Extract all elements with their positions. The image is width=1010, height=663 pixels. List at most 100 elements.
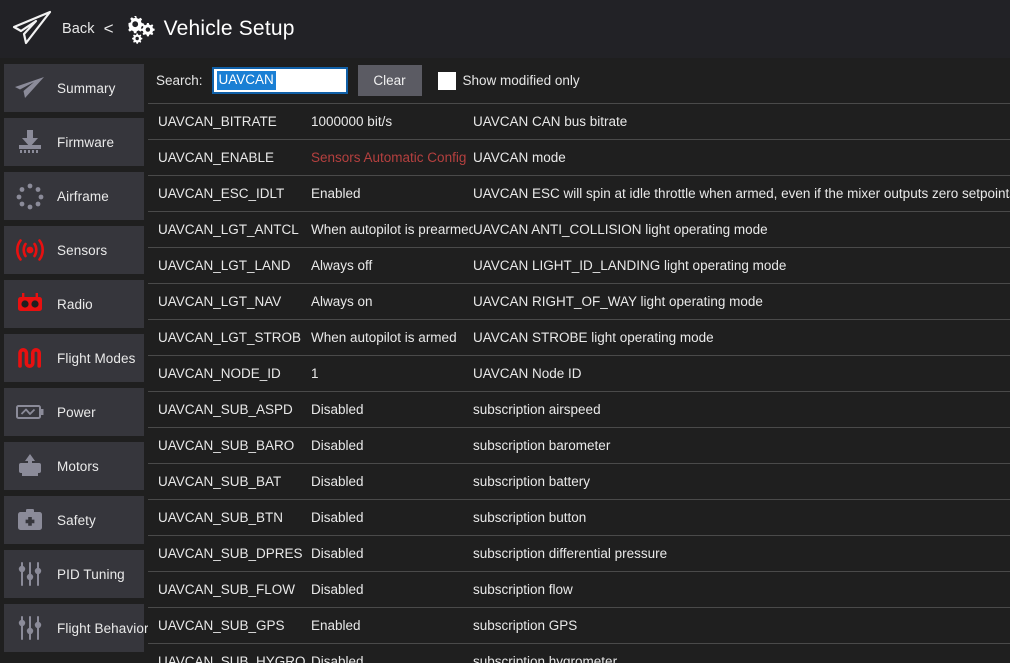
sidebar-item-label: Safety [57,513,96,528]
sidebar-item-label: Airframe [57,189,109,204]
sidebar-item-label: Power [57,405,96,420]
parameter-value: Disabled [311,474,473,489]
sidebar-item-label: Radio [57,297,93,312]
parameter-value-modified: Sensors Automatic Config [311,150,473,165]
parameter-description: subscription GPS [473,618,1010,633]
battery-icon [10,395,50,429]
table-row[interactable]: UAVCAN_SUB_BATDisabledsubscription batte… [148,464,1010,500]
sidebar-item-motors[interactable]: Motors [4,442,144,490]
parameter-value: Disabled [311,510,473,525]
firmware-chip-icon [10,125,50,159]
table-row[interactable]: UAVCAN_SUB_DPRESDisabledsubscription dif… [148,536,1010,572]
back-label[interactable]: Back [62,21,95,37]
table-row[interactable]: UAVCAN_ESC_IDLTEnabledUAVCAN ESC will sp… [148,176,1010,212]
app-header: Back < Vehicle Setup [0,0,1010,58]
gears-icon [123,14,157,44]
sidebar-item-radio[interactable]: Radio [4,280,144,328]
table-row[interactable]: UAVCAN_ENABLESensors Automatic ConfigUAV… [148,140,1010,176]
radio-controller-icon [10,287,50,321]
sidebar-item-label: Firmware [57,135,114,150]
parameter-value: 1000000 bit/s [311,114,473,129]
parameter-value: Enabled [311,186,473,201]
sidebar-item-label: PID Tuning [57,567,125,582]
search-toolbar: Search: UAVCAN Clear Show modified only [148,58,1010,103]
parameter-description: UAVCAN LIGHT_ID_LANDING light operating … [473,258,1010,273]
sidebar-item-label: Motors [57,459,99,474]
parameter-name: UAVCAN_SUB_FLOW [148,582,311,597]
parameter-name: UAVCAN_LGT_STROB [148,330,311,345]
motors-icon [10,449,50,483]
table-row[interactable]: UAVCAN_LGT_ANTCLWhen autopilot is prearm… [148,212,1010,248]
page-title: Vehicle Setup [164,17,295,41]
parameter-description: subscription barometer [473,438,1010,453]
parameter-description: subscription differential pressure [473,546,1010,561]
parameter-table[interactable]: UAVCAN_BITRATE1000000 bit/sUAVCAN CAN bu… [148,103,1010,663]
show-modified-only-checkbox[interactable] [438,72,456,90]
search-input[interactable]: UAVCAN [212,67,348,94]
table-row[interactable]: UAVCAN_NODE_ID1UAVCAN Node ID [148,356,1010,392]
table-row[interactable]: UAVCAN_BITRATE1000000 bit/sUAVCAN CAN bu… [148,104,1010,140]
parameter-description: UAVCAN ESC will spin at idle throttle wh… [473,186,1010,201]
parameter-value: Disabled [311,402,473,417]
airframe-dots-icon [10,179,50,213]
clear-button[interactable]: Clear [358,65,422,96]
parameter-value: Enabled [311,618,473,633]
main-panel: Search: UAVCAN Clear Show modified only … [148,58,1010,663]
parameter-value: When autopilot is armed [311,330,473,345]
table-row[interactable]: UAVCAN_SUB_BARODisabledsubscription baro… [148,428,1010,464]
parameter-name: UAVCAN_ESC_IDLT [148,186,311,201]
parameter-description: subscription button [473,510,1010,525]
body-area: Summary Firmware [0,58,1010,663]
sidebar: Summary Firmware [0,58,148,663]
parameter-value: When autopilot is prearmed [311,222,473,237]
sidebar-item-label: Summary [57,81,115,96]
table-row[interactable]: UAVCAN_SUB_GPSEnabledsubscription GPS [148,608,1010,644]
sliders-icon [10,557,50,591]
sidebar-item-sensors[interactable]: Sensors [4,226,144,274]
parameter-name: UAVCAN_ENABLE [148,150,311,165]
parameter-name: UAVCAN_SUB_ASPD [148,402,311,417]
parameter-name: UAVCAN_SUB_BTN [148,510,311,525]
sidebar-item-firmware[interactable]: Firmware [4,118,144,166]
parameter-name: UAVCAN_SUB_DPRES [148,546,311,561]
sidebar-item-flight-behavior[interactable]: Flight Behavior [4,604,144,652]
parameter-description: UAVCAN RIGHT_OF_WAY light operating mode [473,294,1010,309]
sensors-waves-icon [10,233,50,267]
parameter-description: UAVCAN STROBE light operating mode [473,330,1010,345]
parameter-value: Always on [311,294,473,309]
paper-plane-logo-icon[interactable] [10,9,54,49]
table-row[interactable]: UAVCAN_LGT_STROBWhen autopilot is armedU… [148,320,1010,356]
parameter-description: subscription flow [473,582,1010,597]
table-row[interactable]: UAVCAN_SUB_ASPDDisabledsubscription airs… [148,392,1010,428]
parameter-description: subscription hygrometer [473,654,1010,663]
search-label: Search: [156,73,203,88]
sidebar-item-flight-modes[interactable]: Flight Modes [4,334,144,382]
parameter-name: UAVCAN_LGT_LAND [148,258,311,273]
parameter-description: UAVCAN mode [473,150,1010,165]
parameter-name: UAVCAN_NODE_ID [148,366,311,381]
table-row[interactable]: UAVCAN_SUB_FLOWDisabledsubscription flow [148,572,1010,608]
table-row[interactable]: UAVCAN_LGT_NAVAlways onUAVCAN RIGHT_OF_W… [148,284,1010,320]
parameter-value: Disabled [311,546,473,561]
sidebar-item-pid-tuning[interactable]: PID Tuning [4,550,144,598]
sidebar-item-safety[interactable]: Safety [4,496,144,544]
parameter-description: UAVCAN Node ID [473,366,1010,381]
table-row[interactable]: UAVCAN_LGT_LANDAlways offUAVCAN LIGHT_ID… [148,248,1010,284]
sidebar-item-airframe[interactable]: Airframe [4,172,144,220]
safety-kit-icon [10,503,50,537]
search-input-value[interactable]: UAVCAN [217,71,276,90]
table-row[interactable]: UAVCAN_SUB_BTNDisabledsubscription butto… [148,500,1010,536]
parameter-value: Disabled [311,582,473,597]
sidebar-item-label: Flight Modes [57,351,135,366]
parameter-name: UAVCAN_SUB_GPS [148,618,311,633]
sidebar-item-summary[interactable]: Summary [4,64,144,112]
parameter-description: subscription airspeed [473,402,1010,417]
sidebar-item-power[interactable]: Power [4,388,144,436]
flight-modes-icon [10,341,50,375]
table-row[interactable]: UAVCAN_SUB_HYGRODisabledsubscription hyg… [148,644,1010,663]
back-chevron-icon[interactable]: < [104,19,114,39]
parameter-name: UAVCAN_SUB_BAT [148,474,311,489]
parameter-description: subscription battery [473,474,1010,489]
parameter-value: Disabled [311,438,473,453]
parameter-name: UAVCAN_SUB_HYGRO [148,654,311,663]
